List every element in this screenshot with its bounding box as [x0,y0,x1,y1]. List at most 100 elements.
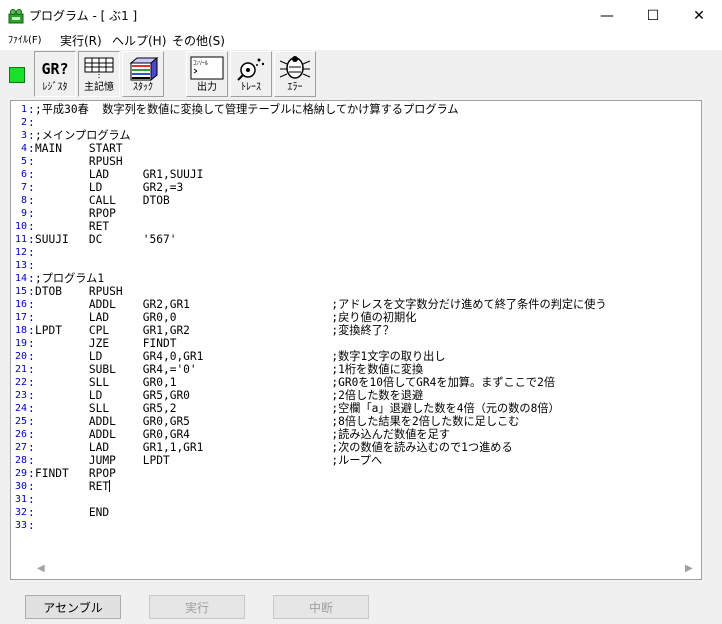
code-line[interactable]: 32: END [11,506,671,519]
code-text: ADDL GR0,GR4 ;読み込んだ数値を足す [35,428,450,441]
horizontal-scrollbar[interactable]: ◀ ▶ [11,561,701,579]
trace-button[interactable]: ﾄﾚｰｽ [230,51,272,97]
menu-other[interactable]: その他(S) [172,34,225,48]
code-text: RPOP [35,207,116,220]
run-button[interactable]: 実行 [149,595,245,619]
trace-label: ﾄﾚｰｽ [241,82,261,93]
svg-text:ｺﾝｿｰﾙ: ｺﾝｿｰﾙ [193,60,208,67]
code-line[interactable]: 16: ADDL GR2,GR1 ;アドレスを文字数分だけ進めて終了条件の判定に… [11,298,671,311]
stack-label: ｽﾀｯｸ [133,82,153,93]
line-number: 16 [14,299,27,310]
memory-label: 主記憶 [84,82,114,93]
code-line[interactable]: 15: DTOB RPUSH [11,285,671,298]
code-line[interactable]: 13: [11,259,671,272]
assemble-button[interactable]: アセンブル [25,595,121,619]
code-text: END [35,506,110,519]
line-number: 1 [20,104,27,115]
line-separator: : [28,350,35,363]
text-caret [109,480,111,492]
line-number: 24 [14,403,27,414]
code-line[interactable]: 20: LD GR4,0,GR1 ;数字1文字の取り出し [11,350,671,363]
scroll-right-icon[interactable]: ▶ [685,563,693,574]
code-line[interactable]: 31: [11,493,671,506]
code-line[interactable]: 33: [11,519,671,532]
line-separator: : [28,467,35,480]
code-line[interactable]: 25: ADDL GR0,GR5 ;8倍した結果を2倍した数に足しこむ [11,415,671,428]
code-line[interactable]: 18: LPDT CPL GR1,GR2 ;変換終了？ [11,324,671,337]
code-line[interactable]: 2: [11,116,671,129]
code-text: LAD GR0,0 ;戻り値の初期化 [35,311,417,324]
code-line[interactable]: 23: LD GR5,GR0 ;2倍した数を退避 [11,389,671,402]
maximize-button[interactable]: ☐ [630,0,676,32]
code-line[interactable]: 28: JUMP LPDT ;ループへ [11,454,671,467]
stack-button[interactable]: ｽﾀｯｸ [122,51,164,97]
close-icon: ✕ [693,8,705,24]
code-line[interactable]: 4: MAIN START [11,142,671,155]
error-bug-icon [279,56,311,79]
window-title: プログラム - [ ぶ1 ] [29,9,138,23]
code-line[interactable]: 9: RPOP [11,207,671,220]
menu-run[interactable]: 実行(R) [60,34,102,48]
line-number: 20 [14,351,27,362]
line-separator: : [28,220,35,233]
code-line[interactable]: 3: ;メインプログラム [11,129,671,142]
line-separator: : [28,389,35,402]
code-text: MAIN START [35,142,123,155]
code-line[interactable]: 14: ;プログラム1 [11,272,671,285]
memory-button[interactable]: 主記憶 [78,51,120,97]
code-text: RET [35,480,111,493]
line-number: 2 [20,117,27,128]
line-number: 33 [14,520,27,531]
line-separator: : [28,233,35,246]
code-line[interactable]: 29: FINDT RPOP [11,467,671,480]
line-number: 31 [14,494,27,505]
register-icon: GR? [41,60,68,78]
code-line[interactable]: 10: RET [11,220,671,233]
code-line[interactable]: 27: LAD GR1,1,GR1 ;次の数値を読み込むので1つ進める [11,441,671,454]
code-line[interactable]: 21: SUBL GR4,='0' ;1桁を数値に変換 [11,363,671,376]
line-number: 6 [20,169,27,180]
close-button[interactable]: ✕ [676,0,722,32]
line-separator: : [28,324,35,337]
stop-button[interactable]: 中断 [273,595,369,619]
code-line[interactable]: 24: SLL GR5,2 ;空欄「a」退避した数を4倍（元の数の8倍） [11,402,671,415]
code-line[interactable]: 22: SLL GR0,1 ;GR0を10倍してGR4を加算。まずここで2倍 [11,376,671,389]
line-number: 22 [14,377,27,388]
line-separator: : [28,142,35,155]
code-editor[interactable]: 1: ;平成30春 数字列を数値に変換して管理テーブルに格納してかけ算するプログラ… [10,100,702,580]
menu-help[interactable]: ヘルプ(H) [112,34,166,48]
line-separator: : [28,454,35,467]
line-separator: : [28,207,35,220]
line-separator: : [28,428,35,441]
menu-file[interactable]: ﾌｧｲﾙ(F) [8,34,42,48]
status-indicator [9,67,25,83]
register-button[interactable]: GR? ﾚｼﾞｽﾀ [34,51,76,97]
line-number: 26 [14,429,27,440]
code-line[interactable]: 11: SUUJI DC '567' [11,233,671,246]
code-line[interactable]: 8: CALL DTOB [11,194,671,207]
code-text: SUBL GR4,='0' ;1桁を数値に変換 [35,363,424,376]
code-line[interactable]: 19: JZE FINDT [11,337,671,350]
code-text: DTOB RPUSH [35,285,123,298]
code-line[interactable]: 12: [11,246,671,259]
line-separator: : [28,259,35,272]
output-button[interactable]: ｺﾝｿｰﾙ 出力 [186,51,228,97]
code-line[interactable]: 6: LAD GR1,SUUJI [11,168,671,181]
memory-grid-icon [84,57,114,80]
code-line[interactable]: 7: LD GR2,=3 [11,181,671,194]
code-line[interactable]: 17: LAD GR0,0 ;戻り値の初期化 [11,311,671,324]
scroll-left-icon[interactable]: ◀ [37,563,45,574]
code-line[interactable]: 1: ;平成30春 数字列を数値に変換して管理テーブルに格納してかけ算するプログラ… [11,103,671,116]
line-separator: : [28,519,35,532]
line-separator: : [28,363,35,376]
line-number: 17 [14,312,27,323]
code-line[interactable]: 26: ADDL GR0,GR4 ;読み込んだ数値を足す [11,428,671,441]
code-line[interactable]: 30: RET [11,480,671,493]
code-text: LAD GR1,1,GR1 ;次の数値を読み込むので1つ進める [35,441,513,454]
code-line[interactable]: 5: RPUSH [11,155,671,168]
error-button[interactable]: ｴﾗｰ [274,51,316,97]
minimize-button[interactable]: — [584,0,630,32]
line-separator: : [28,155,35,168]
code-text: CALL DTOB [35,194,170,207]
maximize-icon: ☐ [646,8,660,24]
